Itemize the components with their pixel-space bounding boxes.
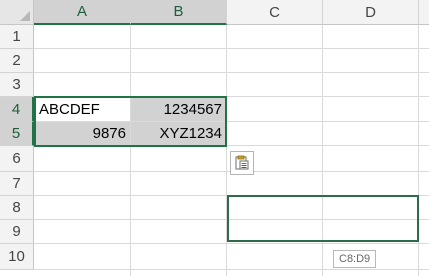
column-header-a[interactable]: A [34,0,131,25]
gridline-vertical [130,25,131,276]
row-header-9[interactable]: 9 [0,220,34,244]
column-header-d[interactable]: D [323,0,419,25]
gridline-horizontal [34,195,429,196]
gridline-horizontal [34,269,429,270]
gridline-horizontal [34,72,429,73]
cell-b4[interactable]: 1234567 [131,97,226,121]
row-header-3[interactable]: 3 [0,73,34,97]
row-header-7[interactable]: 7 [0,172,34,196]
gridline-horizontal [34,219,429,220]
paste-options-icon [235,155,249,170]
row-header-8[interactable]: 8 [0,196,34,220]
gridline-horizontal [34,243,429,244]
gridline-vertical [226,25,227,276]
paste-options-button[interactable] [230,151,254,175]
cell-b5[interactable]: XYZ1234 [131,122,226,145]
row-header-4[interactable]: 4 [0,97,34,122]
row-header-5[interactable]: 5 [0,122,34,146]
range-tooltip: C8:D9 [333,250,377,268]
row-header-2[interactable]: 2 [0,49,34,73]
cell-a4[interactable]: ABCDEF [35,97,130,121]
select-all-button[interactable] [0,0,34,25]
row-header-6[interactable]: 6 [0,146,34,172]
gridline-vertical [418,25,419,276]
gridline-horizontal [34,145,429,146]
column-header-e-partial[interactable] [419,0,429,25]
row-header-1[interactable]: 1 [0,25,34,49]
gridline-horizontal [34,48,429,49]
column-header-c[interactable]: C [227,0,323,25]
spreadsheet-grid: A B C D 1 2 3 4 5 6 7 8 9 10 ABCDEF 1234… [0,0,429,276]
column-header-b[interactable]: B [131,0,227,25]
row-header-10[interactable]: 10 [0,244,34,270]
gridline-vertical [322,25,323,276]
select-all-triangle-icon [20,11,30,21]
cell-a5[interactable]: 9876 [35,122,130,145]
